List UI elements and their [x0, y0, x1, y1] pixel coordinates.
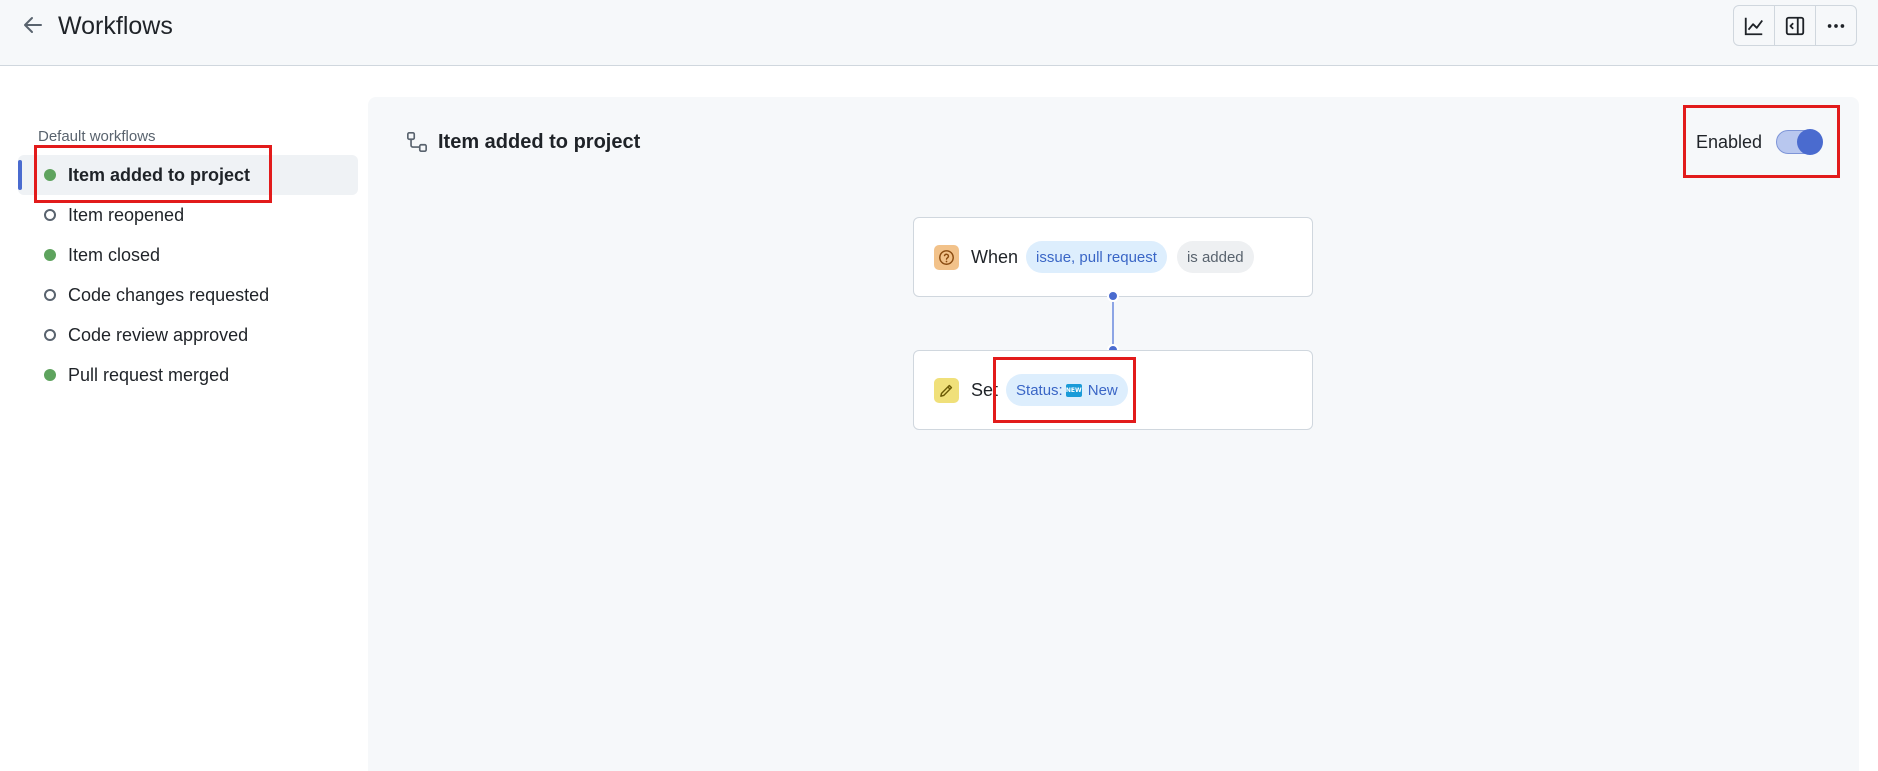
sidebar-expand-icon	[1785, 16, 1805, 35]
status-field-label: Status:	[1016, 381, 1063, 399]
toggle-sidebar-button[interactable]	[1775, 6, 1816, 45]
workflow-panel: Item added to project Enabled When issue…	[368, 97, 1859, 771]
action-card: Set Status: NEW New	[913, 350, 1313, 430]
new-badge-icon: NEW	[1065, 383, 1082, 397]
sidebar-item-label: Item reopened	[68, 204, 185, 225]
enabled-status-icon	[44, 169, 56, 181]
workflow-list: Item added to project Item reopened Item…	[18, 155, 358, 395]
trigger-word: When	[971, 246, 1019, 267]
item-type-pill[interactable]: issue, pull request	[1026, 241, 1167, 273]
enabled-status-icon	[44, 369, 56, 381]
workflow-icon	[407, 132, 427, 152]
workflow-connector	[1112, 296, 1114, 350]
toggle-knob	[1797, 129, 1823, 155]
sidebar-item-pull-request-merged[interactable]: Pull request merged	[18, 355, 358, 395]
sidebar-item-item-reopened[interactable]: Item reopened	[18, 195, 358, 235]
sidebar-item-code-review-approved[interactable]: Code review approved	[18, 315, 358, 355]
arrow-left-icon	[24, 17, 42, 33]
action-word: Set	[971, 379, 999, 400]
back-button[interactable]	[18, 10, 48, 40]
page-header: Workflows	[0, 0, 1878, 66]
graph-icon	[1744, 17, 1763, 35]
sidebar-item-code-changes-requested[interactable]: Code changes requested	[18, 275, 358, 315]
sidebar-item-label: Item added to project	[68, 164, 251, 185]
status-value: New	[1087, 381, 1118, 399]
insights-button[interactable]	[1734, 6, 1775, 45]
page-title: Workflows	[58, 12, 173, 40]
pencil-icon	[934, 377, 959, 403]
sidebar-item-label: Pull request merged	[68, 364, 230, 385]
sidebar-item-item-closed[interactable]: Item closed	[18, 235, 358, 275]
sidebar-item-label: Code review approved	[68, 324, 249, 345]
question-icon	[934, 244, 959, 270]
sidebar-item-label: Code changes requested	[68, 284, 270, 305]
trigger-event-pill[interactable]: is added	[1176, 241, 1254, 273]
sidebar-heading: Default workflows	[38, 128, 156, 145]
trigger-card: When issue, pull request is added	[913, 217, 1313, 297]
disabled-status-icon	[44, 329, 56, 341]
kebab-horizontal-icon	[1827, 23, 1845, 28]
disabled-status-icon	[44, 289, 56, 301]
sidebar-item-item-added-to-project[interactable]: Item added to project	[18, 155, 358, 195]
header-toolbar	[1733, 5, 1857, 46]
connector-start-dot	[1107, 290, 1119, 302]
enabled-label: Enabled	[1696, 132, 1763, 152]
more-options-button[interactable]	[1816, 6, 1856, 45]
disabled-status-icon	[44, 209, 56, 221]
enabled-toggle[interactable]	[1776, 129, 1823, 155]
sidebar-item-label: Item closed	[68, 244, 161, 265]
workflow-title: Item added to project	[438, 131, 641, 153]
enabled-status-icon	[44, 249, 56, 261]
status-value-pill[interactable]: Status: NEW New	[1006, 374, 1128, 406]
